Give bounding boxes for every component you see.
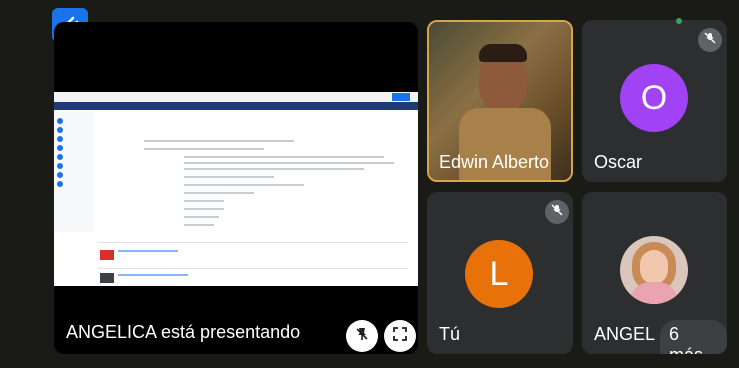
participant-name: Edwin Alberto [439,152,550,172]
mic-off-indicator [545,200,569,224]
avatar [620,236,688,304]
presenting-label: ANGELICA está presentando [66,322,301,342]
more-participants-button[interactable]: 6 más [660,320,727,354]
participant-tile-oscar[interactable]: O Oscar [582,20,727,182]
mic-off-indicator [698,28,722,52]
pin-button[interactable] [346,320,378,352]
fullscreen-icon [392,326,408,347]
participant-tile-overflow[interactable]: ANGEL 6 más [582,192,727,354]
pin-off-icon [354,326,370,347]
participant-name: Tú [439,324,461,344]
avatar: O [620,64,688,132]
status-dot [676,18,682,24]
shared-screen-content [54,92,418,286]
participant-tile-edwin[interactable]: Edwin Alberto [427,20,573,182]
participant-tile-self[interactable]: L Tú [427,192,573,354]
participant-name: ANGEL [594,324,656,344]
participant-name: Oscar [594,152,643,172]
fullscreen-button[interactable] [384,320,416,352]
mic-off-icon [704,31,716,49]
avatar: L [465,240,533,308]
mic-off-icon [551,203,563,221]
